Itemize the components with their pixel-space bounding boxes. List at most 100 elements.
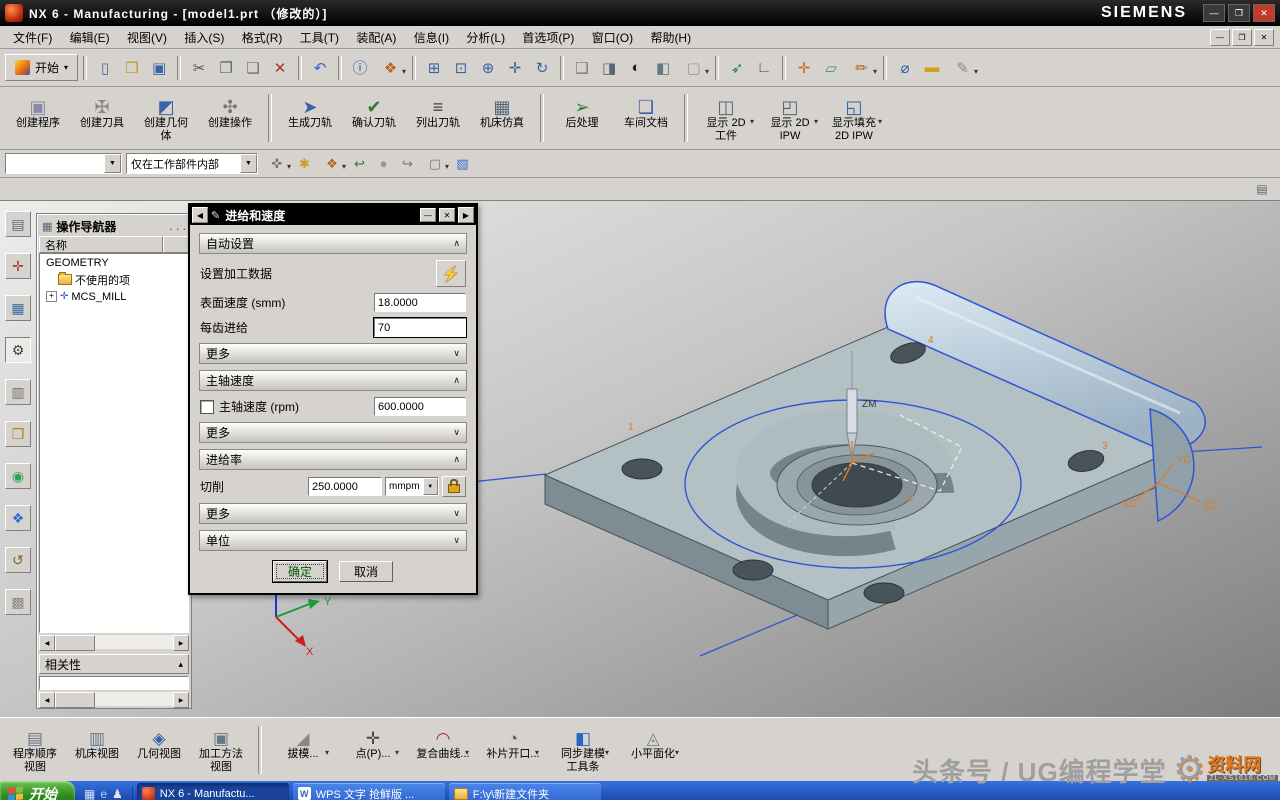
dependencies-hscrollbar[interactable]	[39, 692, 189, 706]
reuse-library-icon[interactable]: ❒	[5, 421, 31, 447]
feed-unit-combo[interactable]: mmpm ▼	[385, 477, 439, 496]
cut-icon[interactable]: ✂	[186, 55, 212, 81]
scroll-right-icon[interactable]	[173, 635, 189, 651]
selection-scope-combo[interactable]: ▼	[5, 153, 122, 174]
fit-view-icon[interactable]: ⊡	[448, 55, 474, 81]
minimize-button[interactable]	[1203, 4, 1225, 22]
task-nx[interactable]: NX 6 - Manufactu...	[137, 783, 289, 800]
expander-icon[interactable]: +	[46, 291, 57, 302]
patch-opening-button[interactable]: ◔补片开口...	[478, 725, 548, 775]
palettes-icon[interactable]: ▩	[5, 589, 31, 615]
rectangle-select-icon[interactable]: ▢	[420, 152, 450, 175]
hd3d-tools-icon[interactable]: ◉	[5, 463, 31, 489]
delete-icon[interactable]: ✕	[267, 55, 293, 81]
point-constructor-icon[interactable]: ✱	[293, 152, 316, 175]
create-tool-button[interactable]: ✠创建刀具	[70, 92, 134, 144]
cut-feed-input[interactable]	[308, 477, 382, 496]
set-machining-data-button[interactable]	[436, 260, 466, 287]
scroll-right-icon[interactable]	[173, 692, 189, 708]
new-file-icon[interactable]: ▯	[92, 55, 118, 81]
snap-point-icon[interactable]: ✜	[262, 152, 292, 175]
qq-icon[interactable]: ♟	[112, 787, 123, 800]
column-header-name[interactable]: 名称	[39, 236, 163, 253]
navigator-hscrollbar[interactable]	[39, 635, 189, 649]
section-auto-settings[interactable]: 自动设置	[199, 233, 467, 254]
menu-insert[interactable]: 插入(S)	[177, 29, 231, 47]
rotate-icon[interactable]: ↻	[529, 55, 555, 81]
generate-toolpath-button[interactable]: ➤生成刀轨	[278, 92, 342, 144]
dialog-forward-button[interactable]	[458, 207, 474, 223]
wcs-dynamics-icon[interactable]: ✛	[791, 55, 817, 81]
feed-lock-button[interactable]	[442, 476, 466, 497]
part-navigator-icon[interactable]: ▦	[5, 295, 31, 321]
menu-edit[interactable]: 编辑(E)	[63, 29, 117, 47]
point-button[interactable]: ✛点(P)...	[338, 725, 408, 775]
face-analysis-icon[interactable]: ◧	[650, 55, 676, 81]
undo-icon[interactable]: ↶	[307, 55, 333, 81]
operation-navigator-icon[interactable]: ⚙	[5, 337, 31, 363]
scroll-thumb[interactable]	[55, 692, 95, 708]
task-wps[interactable]: WPS 文字 抢鲜版 ...	[293, 783, 445, 800]
more-bar-auto[interactable]: 更多	[199, 343, 467, 364]
background-swatch-icon[interactable]: ▢	[677, 55, 710, 81]
shop-documentation-button[interactable]: ❑车间文档	[614, 92, 678, 144]
cancel-button[interactable]: 取消	[339, 561, 393, 582]
spindle-speed-checkbox[interactable]	[200, 400, 214, 414]
create-operation-button[interactable]: ✣创建操作	[198, 92, 262, 144]
units-bar[interactable]: 单位	[199, 530, 467, 551]
composite-curve-button[interactable]: ◠复合曲线...	[408, 725, 478, 775]
navigator-tree[interactable]: GEOMETRY 不使用的项 + ✛ MCS_MILL	[39, 253, 189, 633]
create-geometry-button[interactable]: ◩创建几何体	[134, 92, 198, 144]
open-file-icon[interactable]: ❒	[119, 55, 145, 81]
menu-help[interactable]: 帮助(H)	[643, 29, 698, 47]
render-style-icon[interactable]: ◐	[623, 55, 649, 81]
show-desktop-icon[interactable]: ▦	[84, 787, 95, 800]
mdi-close-button[interactable]	[1254, 29, 1274, 46]
maximize-button[interactable]	[1228, 4, 1250, 22]
menu-preferences[interactable]: 首选项(P)	[515, 29, 581, 47]
geometry-view-button[interactable]: ◈几何视图	[128, 725, 190, 775]
assembly-constraints-icon[interactable]: ∟	[751, 55, 777, 81]
show-2d-ipw-button[interactable]: ◰显示 2DIPW	[758, 92, 822, 144]
more-bar-spindle[interactable]: 更多	[199, 422, 467, 443]
zoom-icon[interactable]: ⊕	[475, 55, 501, 81]
ok-button[interactable]: 确定	[273, 561, 327, 582]
paste-icon[interactable]: ❏	[240, 55, 266, 81]
machine-tool-navigator-icon[interactable]: ▥	[5, 379, 31, 405]
menu-view[interactable]: 视图(V)	[120, 29, 174, 47]
measure-icon[interactable]: ⌀	[892, 55, 918, 81]
feed-per-tooth-input[interactable]	[374, 318, 466, 337]
dependencies-section[interactable]: 相关性	[39, 654, 189, 674]
show-2d-workpiece-button[interactable]: ◫显示 2D工件	[694, 92, 758, 144]
sphere-icon[interactable]: ●	[372, 152, 395, 175]
constraint-navigator-icon[interactable]: ✛	[5, 253, 31, 279]
menu-file[interactable]: 文件(F)	[6, 29, 59, 47]
postprocess-button[interactable]: ➢后处理	[550, 92, 614, 144]
mdi-restore-button[interactable]	[1232, 29, 1252, 46]
menu-tools[interactable]: 工具(T)	[293, 29, 346, 47]
back-arrow-icon[interactable]: ↩	[348, 152, 371, 175]
move-object-icon[interactable]: ➶	[724, 55, 750, 81]
mdi-minimize-button[interactable]	[1210, 29, 1230, 46]
menu-window[interactable]: 窗口(O)	[585, 29, 640, 47]
sketch-icon[interactable]: ✏	[845, 55, 878, 81]
filter-dropdown-icon[interactable]: ▼	[240, 154, 257, 173]
surface-speed-input[interactable]	[374, 293, 466, 312]
create-program-button[interactable]: ▣创建程序	[6, 92, 70, 144]
machine-simulation-button[interactable]: ▦机床仿真	[470, 92, 534, 144]
navigator-header[interactable]: 操作导航器 . . .	[39, 216, 189, 236]
more-bar-feed[interactable]: 更多	[199, 503, 467, 524]
pan-icon[interactable]: ✛	[502, 55, 528, 81]
annotation-icon[interactable]: ✎	[946, 55, 979, 81]
menu-analysis[interactable]: 分析(L)	[459, 29, 512, 47]
verify-toolpath-button[interactable]: ✔确认刀轨	[342, 92, 406, 144]
ruler-icon[interactable]: ▬	[919, 55, 945, 81]
list-toolpath-button[interactable]: ≡列出刀轨	[406, 92, 470, 144]
dialog-back-button[interactable]	[192, 207, 208, 223]
dialog-titlebar[interactable]: 进给和速度	[190, 205, 476, 225]
selection-filter-combo[interactable]: 仅在工作部件内部 ▼	[126, 153, 258, 174]
save-icon[interactable]: ▣	[146, 55, 172, 81]
draft-button[interactable]: ◢拔模...	[268, 725, 338, 775]
history-icon[interactable]: ↺	[5, 547, 31, 573]
program-order-view-button[interactable]: ▤程序顺序视图	[4, 725, 66, 775]
